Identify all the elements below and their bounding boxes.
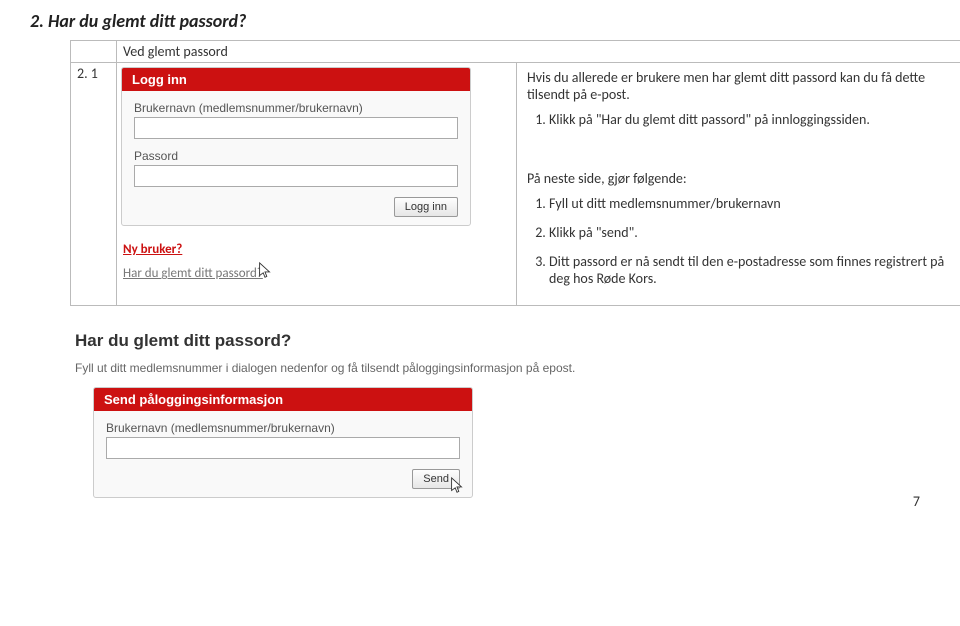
section-heading: 2. Har du glemt ditt passord? [30, 10, 930, 32]
send-box: Send påloggingsinformasjon Brukernavn (m… [93, 387, 473, 498]
screenshot-cell: Logg inn Brukernavn (medlemsnummer/bruke… [117, 63, 517, 306]
new-user-link[interactable]: Ny bruker? [123, 242, 182, 257]
forgot-password-panel: Har du glemt ditt passord? Fyll ut ditt … [75, 331, 675, 498]
send-username-label: Brukernavn (medlemsnummer/brukernavn) [106, 421, 460, 435]
header-label: Ved glemt passord [117, 41, 960, 63]
forgot-password-link[interactable]: Har du glemt ditt passord? [123, 266, 263, 281]
next-intro: På neste side, gjør følgende: [527, 170, 959, 187]
cursor-icon [448, 476, 466, 498]
layout-table: Ved glemt passord 2. 1 Logg inn Brukerna… [70, 40, 960, 306]
login-box-title: Logg inn [122, 68, 470, 91]
next-step-1: Fyll ut ditt medlemsnummer/brukernavn [549, 195, 959, 212]
username-input[interactable] [134, 117, 458, 139]
next-step-2: Klikk på "send". [549, 224, 959, 241]
header-spacer [71, 41, 117, 63]
page-number: 7 [913, 493, 920, 510]
step-1: Klikk på "Har du glemt ditt passord" på … [549, 111, 959, 128]
password-input[interactable] [134, 165, 458, 187]
step-number: 2. 1 [71, 63, 117, 306]
login-button[interactable]: Logg inn [394, 197, 458, 217]
forgot-title: Har du glemt ditt passord? [75, 331, 675, 351]
next-step-3: Ditt passord er nå sendt til den e-posta… [549, 253, 959, 287]
password-label: Passord [134, 149, 458, 163]
cursor-icon [256, 261, 274, 285]
instructions-cell: Hvis du allerede er brukere men har glem… [517, 63, 960, 306]
forgot-subtitle: Fyll ut ditt medlemsnummer i dialogen ne… [75, 361, 675, 375]
send-username-input[interactable] [106, 437, 460, 459]
username-label: Brukernavn (medlemsnummer/brukernavn) [134, 101, 458, 115]
intro-text: Hvis du allerede er brukere men har glem… [527, 69, 959, 103]
send-box-title: Send påloggingsinformasjon [94, 388, 472, 411]
login-box: Logg inn Brukernavn (medlemsnummer/bruke… [121, 67, 471, 226]
